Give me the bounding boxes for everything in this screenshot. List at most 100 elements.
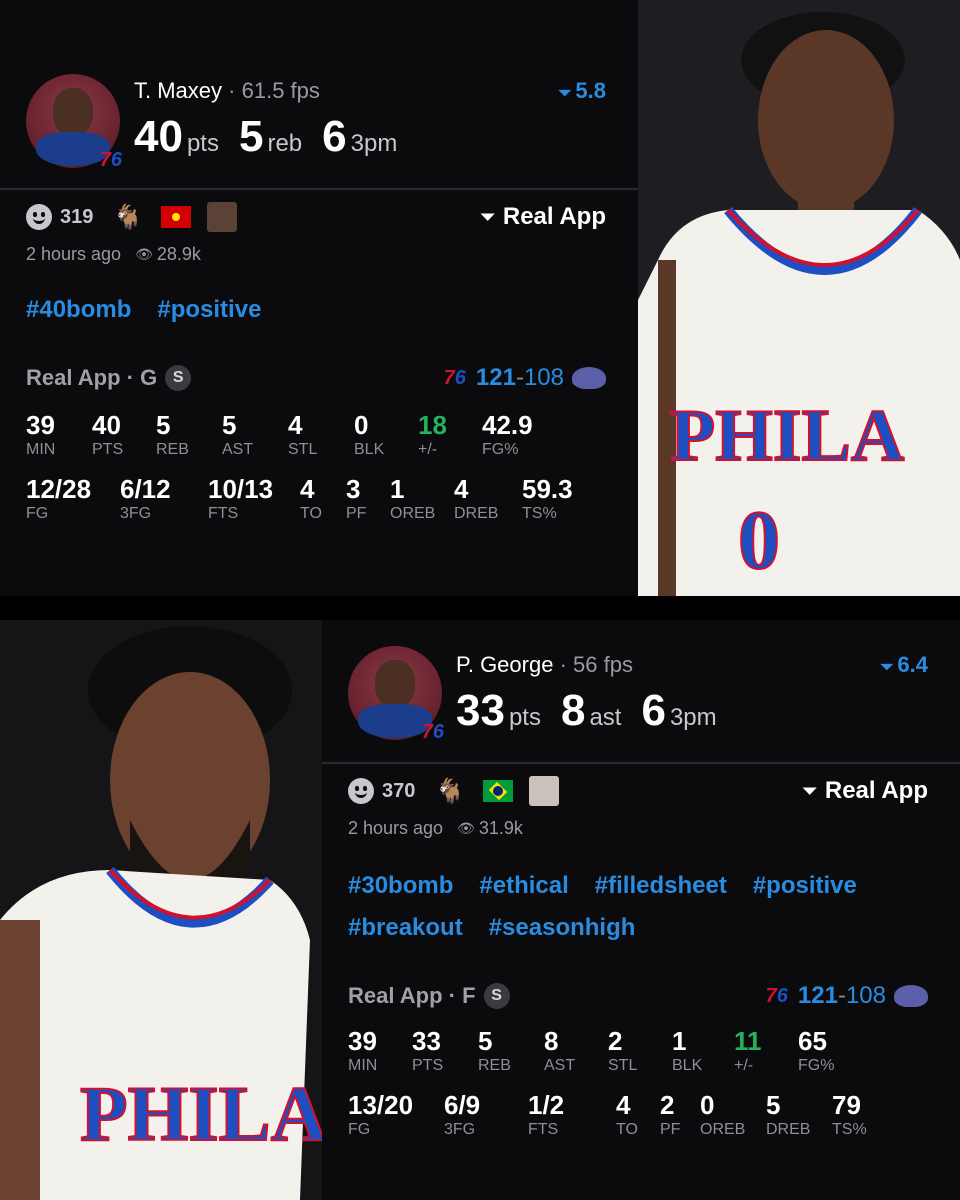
hashtag[interactable]: #ethical (479, 872, 568, 900)
hornets-logo-icon (894, 985, 928, 1007)
away-score: 108 (845, 982, 886, 1009)
stat-cell: 4 STL (288, 410, 318, 458)
stat-cell: 1 BLK (672, 1026, 703, 1074)
divider (0, 188, 638, 190)
stat-cell: 2 STL (608, 1026, 638, 1074)
goat-icon[interactable]: 🐐 (435, 777, 465, 806)
fps-value: · 61.5 fps (228, 78, 320, 103)
stat-cell: 4 DREB (454, 474, 499, 522)
stat-cell: 59.3 TS% (522, 474, 573, 522)
stat-cell: 5 DREB (766, 1090, 811, 1138)
hashtags: #30bomb #ethical #filledsheet #positive … (348, 872, 940, 956)
flag-icon[interactable] (161, 206, 192, 228)
hornets-logo-icon (572, 367, 606, 389)
section-gap (0, 596, 960, 620)
avatar-face (375, 660, 415, 708)
stat-cell: 6/9 3FG (444, 1090, 481, 1138)
hashtag[interactable]: #filledsheet (595, 872, 727, 900)
headline-stat-value: 6 (641, 686, 666, 735)
player-name-line[interactable]: T. Maxey · 61.5 fps (134, 78, 320, 104)
headline-stat-unit: reb (267, 130, 303, 157)
goat-icon[interactable]: 🐐 (113, 203, 143, 232)
stat-cell: 40 PTS (92, 410, 124, 458)
stat-cell: 1/2 FTS (528, 1090, 565, 1138)
stat-cell: 0 OREB (700, 1090, 746, 1138)
jersey-text: PHILA (670, 395, 904, 477)
reactor-avatar[interactable] (207, 202, 238, 232)
game-score[interactable]: 76 121-108 (766, 982, 928, 1010)
headline-stat-unit: 3pm (669, 704, 717, 731)
player-illustration: PHILA 0 (638, 0, 960, 596)
stat-cell: 0 BLK (354, 410, 385, 458)
hashtag[interactable]: #positive (157, 296, 261, 324)
stat-cell: 39 MIN (26, 410, 56, 458)
stat-cell: 3 PF (346, 474, 367, 522)
stat-cell: 39 MIN (348, 1026, 378, 1074)
hashtag[interactable]: #40bomb (26, 296, 131, 324)
stat-cell: 12/28 FG (26, 474, 92, 522)
smiley-icon[interactable] (26, 204, 52, 230)
real-app-link[interactable]: ⏷ Real App (802, 777, 928, 805)
home-score: 121 (797, 982, 838, 1009)
view-count: 28.9k (156, 244, 201, 264)
player-avatar[interactable]: 76 (348, 646, 444, 743)
source-label: Real App · F (348, 983, 476, 1008)
real-app-link[interactable]: ⏷ Real App (480, 203, 606, 231)
headline-stats: 33 pts 8 ast 6 3pm (456, 686, 737, 736)
rating-score: ⏷ 6.4 (880, 652, 928, 677)
stat-cell: 5 REB (156, 410, 189, 458)
hashtag[interactable]: #seasonhigh (489, 914, 636, 942)
stat-row-2: 13/20 FG 6/9 3FG 1/2 FTS 4 TO 2 PF 0 OREB 5 DRE… (348, 1090, 892, 1140)
stat-cell: 10/13 FTS (208, 474, 274, 522)
player-name-line[interactable]: P. George · 56 fps (456, 652, 633, 678)
stat-cell: 4 TO (300, 474, 322, 522)
stat-cell: 5 REB (478, 1026, 511, 1074)
headline-stat-unit: 3pm (350, 130, 398, 157)
rating-score: ⏷ 5.8 (558, 78, 606, 103)
reactor-avatar[interactable] (529, 776, 560, 806)
headline-stat-unit: pts (508, 704, 541, 731)
hashtag[interactable]: #positive (753, 872, 857, 900)
game-score[interactable]: 76 121-108 (444, 364, 606, 392)
smiley-icon[interactable] (348, 778, 374, 804)
flag-icon[interactable] (483, 780, 514, 802)
game-row: Real App · G S 76 121-108 (26, 362, 606, 394)
stat-cell: 65 FG% (798, 1026, 835, 1074)
player-avatar[interactable]: 76 (26, 74, 122, 171)
stat-cell: 13/20 FG (348, 1090, 414, 1138)
stat-cell: 1 OREB (390, 474, 436, 522)
avatar-face (53, 88, 93, 136)
eye-icon: 👁 (135, 246, 153, 262)
divider (322, 762, 960, 764)
hashtag[interactable]: #breakout (348, 914, 463, 942)
post-card-george[interactable]: 76 P. George · 56 fps ⏷ 6.4 33 pts 8 ast 63… (322, 620, 960, 1200)
hashtag[interactable]: #30bomb (348, 872, 453, 900)
time-row: 2 hours ago 👁 31.9k (348, 818, 523, 839)
headline-stat-unit: pts (186, 130, 219, 157)
stat-cell: 8 AST (544, 1026, 576, 1074)
real-logo-icon: ⏷ (802, 780, 817, 801)
fps-value: · 56 fps (559, 652, 633, 677)
reactions-row: 370 🐐 ⏷ Real App (348, 774, 928, 808)
stat-row-2: 12/28 FG 6/12 3FG 10/13 FTS 4 TO 3 PF 1 OREB 4… (26, 474, 592, 524)
headline-stat-value: 8 (560, 686, 586, 735)
source-label: Real App · G (26, 365, 158, 390)
jersey-number: 0 (738, 494, 780, 587)
s-badge: S (165, 365, 192, 391)
real-logo-icon: ⏷ (480, 206, 495, 227)
post-card-maxey[interactable]: 76 T. Maxey · 61.5 fps ⏷ 5.8 40 pts 5 reb 6… (0, 0, 638, 596)
stat-row-1: 39 MIN 40 PTS 5 REB 5 AST 4 STL 0 BLK 18 +/- 42… (26, 410, 552, 460)
player-illustration: PHILA (0, 620, 322, 1200)
stat-cell: 33 PTS (412, 1026, 444, 1074)
player-name[interactable]: T. Maxey (134, 78, 222, 103)
eye-icon: 👁 (457, 820, 475, 836)
reaction-count: 370 (382, 779, 416, 802)
player-photo-george: PHILA (0, 620, 322, 1200)
player-name[interactable]: P. George (456, 652, 553, 677)
home-score: 121 (475, 364, 516, 391)
headline-stat-unit: ast (589, 704, 622, 731)
jersey-text: PHILA (80, 1070, 322, 1157)
team-logo-icon: 76 (421, 721, 444, 743)
headline-stat-value: 40 (134, 112, 183, 161)
plus-minus-cell: 18 +/- (418, 410, 447, 458)
